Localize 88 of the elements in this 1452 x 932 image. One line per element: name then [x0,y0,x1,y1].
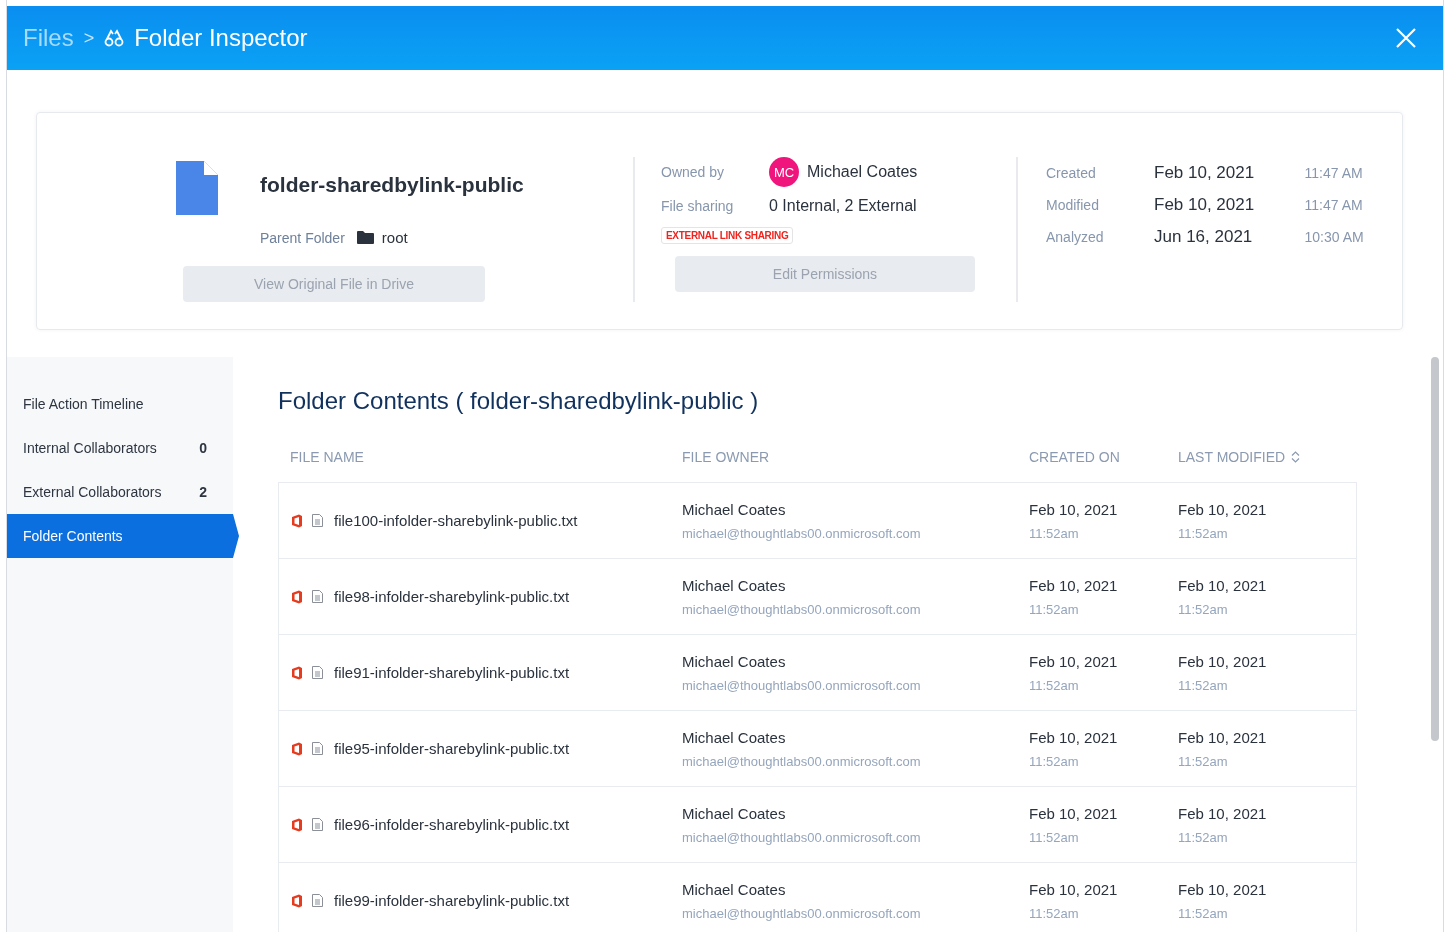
text-file-icon [312,818,323,831]
time-value: 11:47 AM [1304,197,1364,213]
close-icon[interactable] [1395,27,1417,49]
created-time: 11:52am [1029,753,1080,769]
file-name-cell[interactable]: file91-infolder-sharebylink-public.txt [334,664,570,681]
office-icon [291,893,303,908]
modified-date: Feb 10, 2021 [1178,804,1268,822]
created-time: 11:52am [1029,905,1080,921]
created-date: Feb 10, 2021 [1029,652,1119,670]
modified-date: Feb 10, 2021 [1178,652,1268,670]
parent-folder-name: root [381,229,408,246]
created-date: Feb 10, 2021 [1029,576,1119,594]
sort-icon[interactable] [1291,451,1301,463]
created-time: 11:52am [1029,829,1080,845]
folder-icon [356,231,374,244]
text-file-icon [312,514,323,527]
owner-email: michael@thoughtlabs00.onmicrosoft.com [682,829,922,845]
file-name-cell[interactable]: file99-infolder-sharebylink-public.txt [334,892,570,909]
created-time: 11:52am [1029,525,1080,541]
text-file-icon [312,666,323,679]
owner-name: Michael Coates [682,880,787,898]
modified-date: Feb 10, 2021 [1178,880,1268,898]
created-date: Feb 10, 2021 [1029,500,1119,518]
created-date: Feb 10, 2021 [1029,728,1119,746]
sharing-tag: EXTERNAL LINK SHARING [661,227,794,244]
owner-name: Michael Coates [807,163,918,181]
document-icon [176,161,218,215]
time-value: 10:30 AM [1304,229,1365,245]
modified-time: 11:52am [1178,525,1229,541]
binoculars-icon [104,28,125,48]
section-title: Folder Contents ( folder-sharedbylink-public ) [278,387,760,415]
office-icon [291,817,303,832]
created-time: 11:52am [1029,677,1080,693]
sharing-value: 0 Internal, 2 External [769,197,918,215]
field-label: Created [1046,165,1097,181]
time-value: 11:47 AM [1304,165,1364,181]
owner-name: Michael Coates [682,804,787,822]
file-name-cell[interactable]: file95-infolder-sharebylink-public.txt [334,740,570,757]
owner-email: michael@thoughtlabs00.onmicrosoft.com [682,525,922,541]
field-label: Analyzed [1046,229,1105,245]
avatar: MC [769,157,799,187]
modified-date: Feb 10, 2021 [1178,728,1268,746]
column-header: FILE NAME [289,449,365,467]
office-icon [291,665,303,680]
modified-time: 11:52am [1178,601,1229,617]
file-name-cell[interactable]: file100-infolder-sharebylink-public.txt [334,512,578,529]
sidebar-item[interactable]: File Action Timeline [7,382,239,426]
owner-email: michael@thoughtlabs00.onmicrosoft.com [682,677,922,693]
date-value: Feb 10, 2021 [1154,195,1256,215]
sidebar-item[interactable]: External Collaborators 2 [7,470,239,514]
file-name: folder-sharedbylink-public [260,173,524,197]
modified-date: Feb 10, 2021 [1178,576,1268,594]
text-file-icon [312,894,323,907]
owner-name: Michael Coates [682,576,787,594]
modified-time: 11:52am [1178,677,1229,693]
field-label: File sharing [661,198,735,214]
breadcrumb-separator: > [83,27,95,49]
modified-time: 11:52am [1178,753,1229,769]
owner-name: Michael Coates [682,652,787,670]
modified-time: 11:52am [1178,829,1229,845]
owner-email: michael@thoughtlabs00.onmicrosoft.com [682,601,922,617]
field-label: Modified [1046,197,1100,213]
owner-name: Michael Coates [682,728,787,746]
owner-email: michael@thoughtlabs00.onmicrosoft.com [682,905,922,921]
modified-date: Feb 10, 2021 [1178,500,1268,518]
text-file-icon [312,590,323,603]
date-value: Feb 10, 2021 [1154,163,1256,183]
office-icon [291,741,303,756]
created-date: Feb 10, 2021 [1029,880,1119,898]
column-header: CREATED ON [1029,449,1121,467]
created-date: Feb 10, 2021 [1029,804,1119,822]
scrollbar[interactable] [1431,357,1439,741]
file-name-cell[interactable]: file98-infolder-sharebylink-public.txt [334,588,570,605]
modified-time: 11:52am [1178,905,1229,921]
page-title: Folder Inspector [134,24,308,52]
created-time: 11:52am [1029,601,1080,617]
owner-name: Michael Coates [682,500,787,518]
sidebar-item[interactable]: Internal Collaborators 0 [7,426,239,470]
owner-email: michael@thoughtlabs00.onmicrosoft.com [682,753,922,769]
office-icon [291,513,303,528]
date-value: Jun 16, 2021 [1154,227,1254,247]
field-label: Parent Folder [260,229,345,246]
field-label: Owned by [661,164,726,180]
sidebar-item[interactable]: Folder Contents [7,514,239,558]
text-file-icon [312,742,323,755]
file-name-cell[interactable]: file96-infolder-sharebylink-public.txt [334,816,570,833]
column-header: FILE OWNER [682,449,771,467]
office-icon [291,589,303,604]
